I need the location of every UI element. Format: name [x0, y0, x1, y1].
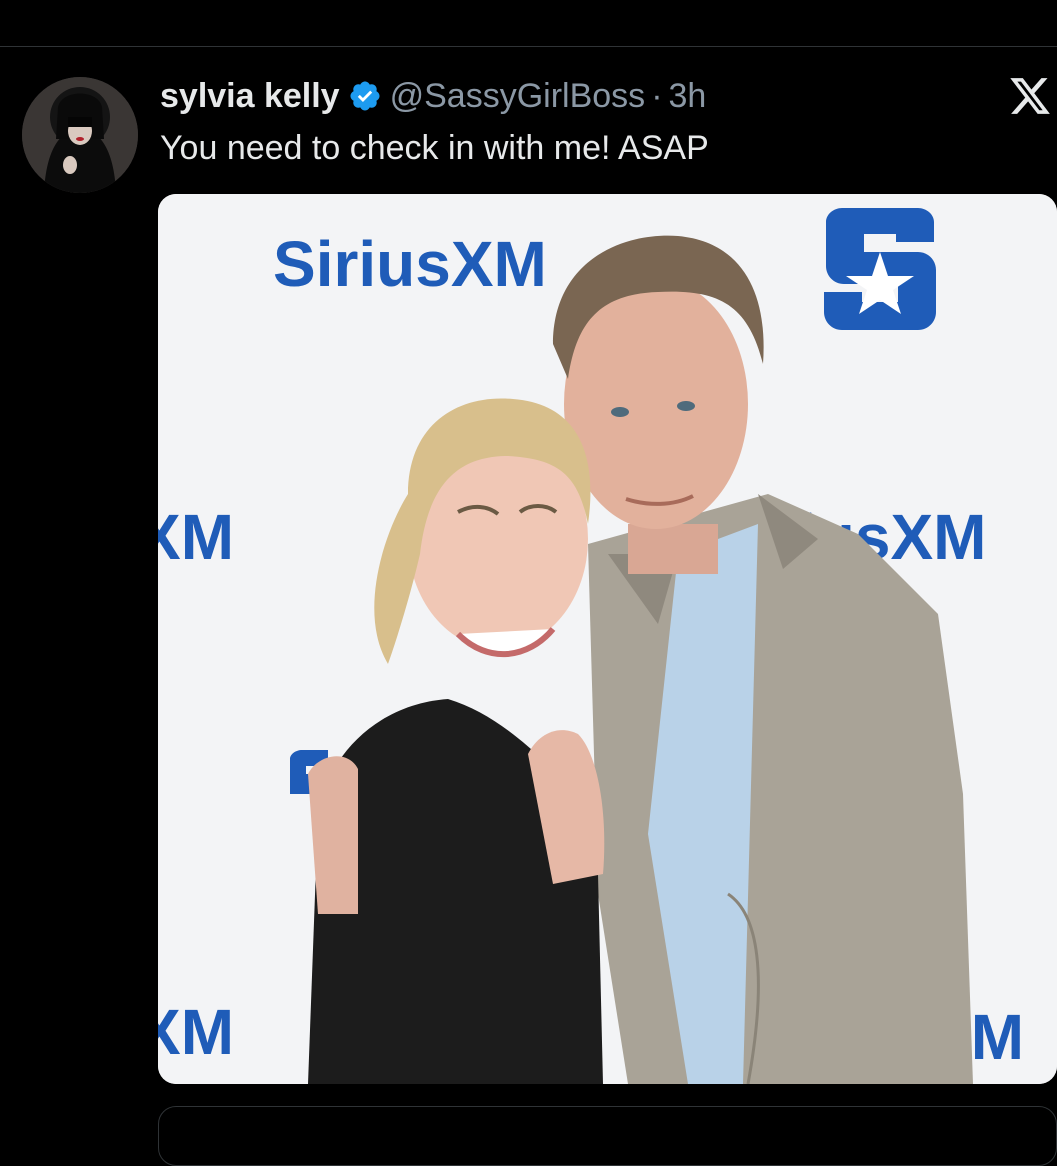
avatar-image: [22, 77, 138, 193]
x-logo-icon[interactable]: [1008, 74, 1052, 118]
separator-dot: ·: [651, 76, 663, 115]
display-name[interactable]: sylvia kelly: [160, 77, 340, 116]
avatar[interactable]: [22, 77, 138, 193]
verified-badge-icon: [348, 79, 382, 113]
timestamp[interactable]: 3h: [669, 77, 707, 116]
backdrop-logo-2: XM: [158, 501, 234, 573]
backdrop-logo-1: SiriusXM: [273, 228, 547, 300]
user-handle[interactable]: @SassyGirlBoss: [390, 77, 646, 116]
top-divider: [0, 46, 1057, 47]
backdrop-logo-4: XM: [158, 996, 234, 1068]
tweet-text: You need to check in with me! ASAP: [160, 129, 709, 167]
tweet-header: sylvia kelly @SassyGirlBoss · 3h: [160, 74, 706, 118]
sirius-star-logo-icon: [824, 208, 936, 330]
tweet-photo[interactable]: SiriusXM XM iusXM XM XM: [158, 194, 1057, 1084]
next-tweet-card[interactable]: [158, 1106, 1057, 1166]
photo-image: SiriusXM XM iusXM XM XM: [158, 194, 1057, 1084]
